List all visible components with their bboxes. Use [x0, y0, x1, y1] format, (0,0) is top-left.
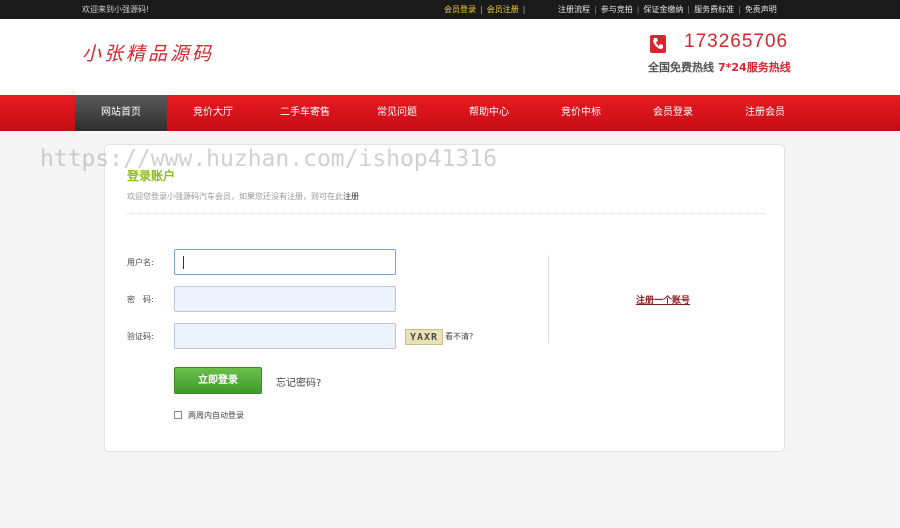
captcha-input[interactable] — [174, 323, 396, 349]
nav-item-register[interactable]: 注册会员 — [719, 95, 811, 131]
nav-item-faq[interactable]: 常见问题 — [351, 95, 443, 131]
nav-item-bidding-hall[interactable]: 竞价大厅 — [167, 95, 259, 131]
captcha-label: 验证码: — [127, 332, 154, 341]
auto-login-label: 两周内自动登录 — [188, 411, 244, 420]
login-subtitle: 欢迎您登录小强源码汽车会员，如果您还没有注册，则可在此注册 — [127, 191, 359, 202]
subtitle-register-link[interactable]: 注册 — [343, 192, 359, 201]
top-bar: 欢迎来到小强源码! 会员登录 | 会员注册 | 注册流程 | 参与竞拍 | 保证金缴纳 | 服务费… — [0, 0, 900, 19]
nav-item-home[interactable]: 网站首页 — [75, 95, 167, 131]
site-logo[interactable]: 小张精品源码 — [82, 39, 214, 66]
hotline-service: 7*24服务热线 — [718, 61, 791, 74]
nav-item-winning-bids[interactable]: 竞价中标 — [535, 95, 627, 131]
auto-login-checkbox[interactable] — [174, 411, 182, 419]
text-caret — [183, 256, 184, 269]
top-link-disclaimer[interactable]: 免责声明 — [745, 5, 777, 14]
captcha-refresh-link[interactable]: 看不清? — [445, 331, 473, 342]
top-links: 注册流程 | 参与竞拍 | 保证金缴纳 | 服务费标准 | 免责声明 — [558, 5, 777, 14]
member-links: 会员登录 | 会员注册 | — [444, 5, 526, 14]
password-label: 密 码: — [127, 295, 154, 304]
vertical-divider — [548, 255, 549, 343]
divider — [127, 213, 765, 214]
nav-item-member-login[interactable]: 会员登录 — [627, 95, 719, 131]
username-label: 用户名: — [127, 258, 154, 267]
phone-icon — [650, 35, 666, 53]
top-link-register-process[interactable]: 注册流程 — [558, 5, 590, 14]
member-login-link[interactable]: 会员登录 — [444, 5, 476, 14]
hotline: 全国免费热线 7*24服务热线 — [648, 59, 791, 75]
nav-item-help[interactable]: 帮助中心 — [443, 95, 535, 131]
top-link-bidding[interactable]: 参与竞拍 — [601, 5, 633, 14]
site-header: 小张精品源码 173265706 全国免费热线 7*24服务热线 — [0, 19, 900, 95]
nav-item-used-car[interactable]: 二手车寄售 — [259, 95, 351, 131]
login-button[interactable]: 立即登录 — [174, 367, 262, 394]
watermark-text: https://www.huzhan.com/ishop41316 — [40, 146, 497, 172]
login-card: 登录账户 欢迎您登录小强源码汽车会员，如果您还没有注册，则可在此注册 用户名: … — [104, 144, 785, 452]
forgot-password-link[interactable]: 忘记密码? — [276, 374, 321, 389]
top-link-deposit[interactable]: 保证金缴纳 — [643, 5, 683, 14]
login-subtitle-text: 欢迎您登录小强源码汽车会员，如果您还没有注册，则可在此 — [127, 192, 343, 201]
register-account-link[interactable]: 注册一个账号 — [636, 293, 690, 306]
main-nav: 网站首页 竞价大厅 二手车寄售 常见问题 帮助中心 竞价中标 会员登录 注册会员 — [0, 95, 900, 131]
hotline-label: 全国免费热线 — [648, 61, 714, 74]
captcha-image[interactable]: YAXR — [405, 329, 443, 345]
top-link-fee-standard[interactable]: 服务费标准 — [694, 5, 734, 14]
member-register-link[interactable]: 会员注册 — [487, 5, 519, 14]
password-input[interactable] — [174, 286, 396, 312]
welcome-text: 欢迎来到小强源码! — [82, 5, 150, 14]
phone-number: 173265706 — [684, 31, 789, 52]
username-input[interactable] — [174, 249, 396, 275]
